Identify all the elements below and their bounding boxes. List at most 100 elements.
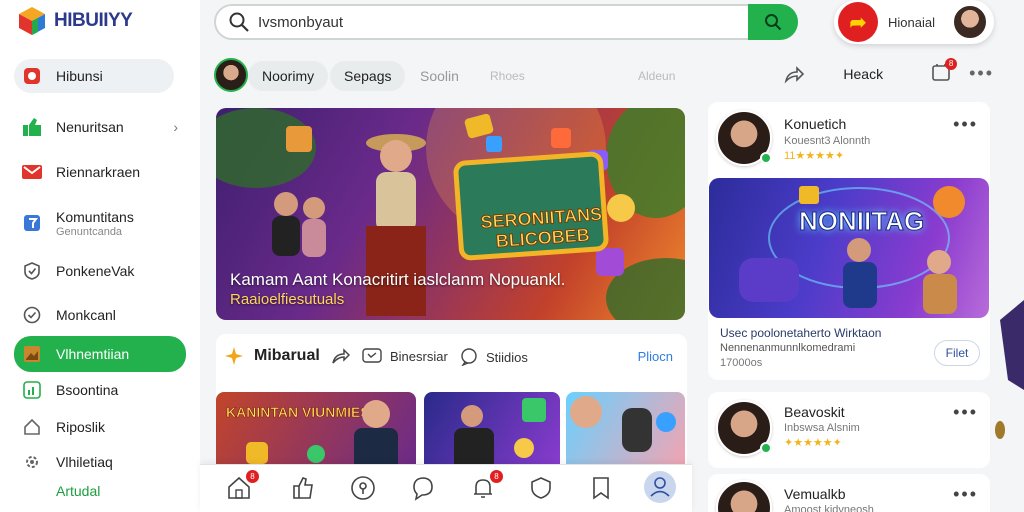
bell-icon[interactable]: 8 [470, 470, 503, 501]
section-header: Mibarual [224, 346, 350, 366]
share-arrow-icon[interactable] [783, 64, 805, 84]
promo-subtext: Nennenanmunnlkomedrami [720, 342, 856, 354]
more-options-icon[interactable]: ••• [953, 402, 978, 423]
section-tab-binesrsiar[interactable]: Binesrsiar [362, 348, 448, 364]
flag-icon [22, 213, 42, 233]
suggestion-card: Konuetich Kouesnt3 Alonnth 11★★★★✦ ••• N… [708, 102, 990, 380]
suggestion-card: Vemualkb Amoost kidvneosh ••• [708, 474, 990, 512]
bell-badge: 8 [490, 470, 503, 483]
sidebar-item-ponkenevak[interactable]: PonkeneVak [14, 254, 174, 288]
sidebar-item-riposlik[interactable]: Riposlik [14, 410, 174, 444]
section-link[interactable]: Pliocn [638, 349, 673, 364]
sidebar: HIBUIIYY Hibunsi Nenuritsan › Riennarkra… [0, 0, 200, 512]
profile-meta: Amoost kidvneosh [784, 504, 874, 512]
chevron-right-icon: › [173, 119, 178, 135]
sidebar-item-riennarkraen[interactable]: Riennarkraen [14, 155, 174, 189]
rating-stars: 11★★★★✦ [784, 150, 845, 162]
chat-bubble-icon[interactable] [410, 475, 436, 501]
more-options-icon[interactable]: ••• [969, 63, 994, 84]
shield-icon[interactable] [528, 475, 554, 501]
notification-icon[interactable]: 8 [931, 58, 958, 85]
sidebar-item-vlhnemtiian[interactable]: Vlhnemtiian [14, 336, 186, 372]
search-bar[interactable]: Ivsmonbyaut [214, 4, 798, 40]
tab-aldeun[interactable]: Aldeun [624, 61, 689, 91]
target-icon[interactable] [350, 475, 376, 501]
hero-banner[interactable]: SERONIITANS BLICOBEB Kamam Aant Konacrit… [216, 108, 685, 320]
sidebar-item-vlhiletiaq[interactable]: Vlhiletiaq [14, 445, 174, 479]
sidebar-item-label: Nenuritsan [56, 119, 124, 135]
home-icon[interactable]: 8 [226, 470, 259, 501]
sidebar-footer-link[interactable]: Artudal [56, 483, 100, 499]
avatar[interactable] [952, 4, 988, 40]
avatar[interactable] [716, 480, 772, 512]
tab-tools: Heack 8 ••• [783, 58, 994, 85]
sidebar-item-label: Riposlik [56, 419, 106, 435]
thumbnail-art [454, 398, 546, 472]
video-thumbnail[interactable]: KANINTAN VIUNMIES [216, 392, 416, 472]
tab-sepags[interactable]: Sepags [330, 61, 406, 91]
home-badge: 8 [246, 470, 259, 483]
sidebar-item-label: Vlhnemtiian [56, 346, 130, 362]
logo-cube-icon [19, 7, 45, 35]
sidebar-item-bsoontina[interactable]: Bsoontina [14, 373, 174, 407]
heack-button[interactable]: Heack [843, 66, 883, 82]
share-badge-icon[interactable]: ➦ [838, 2, 878, 42]
video-thumbnail[interactable] [566, 392, 685, 472]
profile-name[interactable]: Beavoskit [784, 404, 845, 420]
more-options-icon[interactable]: ••• [953, 114, 978, 135]
app-icon [22, 66, 42, 86]
notification-count: 8 [945, 58, 958, 70]
sidebar-item-sublabel: Genuntcanda [56, 225, 123, 238]
video-thumbnail[interactable] [424, 392, 560, 472]
promo-banner[interactable]: NONIITAG [709, 178, 989, 318]
share-arrow-icon[interactable] [330, 346, 350, 366]
search-icon [765, 14, 782, 31]
promo-text: Usec poolonetaherto Wirktaon [720, 326, 882, 340]
feed-tabs: Noorimy Sepags Soolin Rhoes Aldeun Heack… [214, 58, 994, 94]
promo-meta: 17000os [720, 357, 763, 369]
search-input[interactable]: Ivsmonbyaut [258, 14, 343, 31]
sidebar-item-label: PonkeneVak [56, 263, 135, 279]
bookmark-icon[interactable] [588, 475, 614, 501]
thumbnail-art [246, 400, 398, 472]
tab-noorimy[interactable]: Noorimy [248, 61, 329, 91]
app-logo[interactable]: HIBUIIYY [18, 6, 133, 36]
thumbs-up-icon[interactable] [290, 475, 316, 501]
gear-icon [22, 452, 42, 472]
hero-caption: Kamam Aant Konacritirt iaslclanm Nopuank… [230, 270, 566, 289]
user-menu[interactable]: ➦ Hionaial [834, 0, 994, 44]
section-tab-label: Binesrsiar [390, 348, 448, 364]
sidebar-item-nenuritsan[interactable]: Nenuritsan › [14, 110, 178, 144]
promo-title: NONIITAG [798, 206, 925, 237]
search-button[interactable] [748, 4, 798, 40]
image-icon [22, 344, 42, 364]
profile-name[interactable]: Vemualkb [784, 486, 845, 502]
profile-name[interactable]: Konuetich [784, 116, 846, 132]
suggestion-card: Beavoskit Inbswsa Alsnim ✦★★★★✦ ••• [708, 392, 990, 468]
more-options-icon[interactable]: ••• [953, 484, 978, 505]
sidebar-item-komuntitans[interactable]: Komuntitans Genuntcanda [14, 203, 174, 243]
profile-button[interactable] [644, 471, 676, 503]
sparkle-icon [225, 347, 243, 365]
check-shield-icon [22, 261, 42, 281]
sidebar-item-label: Bsoontina [56, 382, 119, 398]
online-indicator [760, 152, 772, 164]
sidebar-item-text: Komuntitans Genuntcanda [56, 209, 134, 238]
bottom-nav: 8 8 [200, 464, 692, 512]
sidebar-item-label: Riennarkraen [56, 164, 141, 180]
avatar[interactable] [214, 58, 248, 92]
sidebar-item-label: Vlhiletiaq [56, 454, 113, 470]
sidebar-item-label: Hibunsi [56, 68, 103, 84]
section-title: Mibarual [254, 347, 320, 364]
sidebar-item-monkcanl[interactable]: Monkcanl [14, 298, 174, 332]
promo-button[interactable]: Filet [934, 340, 980, 366]
tab-rhoes[interactable]: Rhoes [476, 61, 539, 91]
hero-subcaption: Raaioelfiesutuals [230, 291, 345, 308]
tab-soolin[interactable]: Soolin [406, 61, 473, 91]
section-tab-stiidios[interactable]: Stiidios [460, 348, 528, 366]
chart-icon [22, 380, 42, 400]
user-icon [650, 477, 670, 497]
sidebar-item-label: Monkcanl [56, 307, 116, 323]
thumbnail-art [570, 396, 676, 452]
sidebar-item-hibunsi[interactable]: Hibunsi [14, 59, 174, 93]
